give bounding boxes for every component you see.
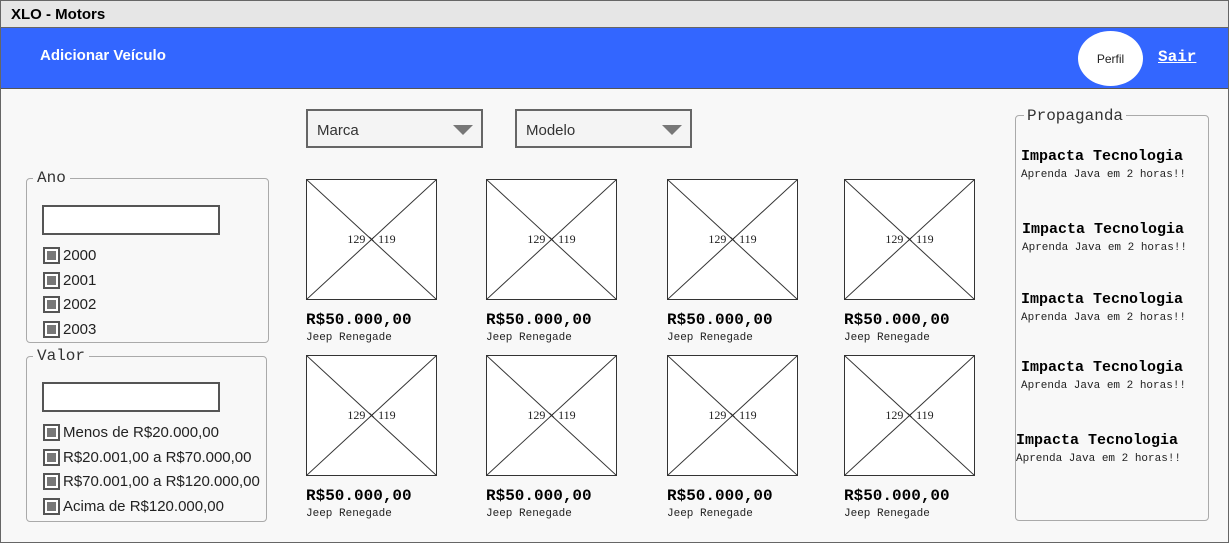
top-navbar: Adicionar Veículo Perfil Sair bbox=[1, 28, 1228, 89]
image-size-label: 129 × 119 bbox=[347, 408, 396, 422]
image-size-label: 129 × 119 bbox=[885, 232, 934, 246]
profile-button[interactable]: Perfil bbox=[1078, 31, 1143, 86]
product-card[interactable]: 129 × 119 R$50.000,00 Jeep Renegade bbox=[306, 179, 441, 344]
image-size-label: 129 × 119 bbox=[527, 232, 576, 246]
checkbox[interactable] bbox=[43, 247, 60, 264]
checkbox[interactable] bbox=[43, 473, 60, 490]
add-vehicle-link[interactable]: Adicionar Veículo bbox=[40, 47, 166, 64]
ad-text: Aprenda Java em 2 horas!! bbox=[1021, 169, 1187, 181]
image-size-label: 129 × 119 bbox=[708, 232, 757, 246]
ad-item[interactable]: Impacta Tecnologia Aprenda Java em 2 hor… bbox=[1022, 221, 1187, 254]
price-input[interactable] bbox=[42, 382, 220, 412]
checkbox[interactable] bbox=[43, 498, 60, 515]
ad-headline: Impacta Tecnologia bbox=[1016, 432, 1179, 449]
logout-link[interactable]: Sair bbox=[1158, 48, 1196, 66]
product-name: Jeep Renegade bbox=[486, 508, 572, 520]
product-image-placeholder[interactable]: 129 × 119 bbox=[486, 355, 617, 476]
product-price: R$50.000,00 bbox=[306, 487, 412, 505]
window-title: XLO - Motors bbox=[11, 6, 106, 23]
product-image-placeholder[interactable]: 129 × 119 bbox=[667, 355, 798, 476]
ad-headline: Impacta Tecnologia bbox=[1021, 359, 1184, 376]
title-bar: XLO - Motors bbox=[1, 1, 1228, 28]
price-option[interactable]: Acima de R$120.000,00 bbox=[43, 498, 224, 515]
ad-text: Aprenda Java em 2 horas!! bbox=[1016, 453, 1182, 465]
product-name: Jeep Renegade bbox=[306, 508, 392, 520]
ad-text: Aprenda Java em 2 horas!! bbox=[1021, 312, 1187, 324]
image-size-label: 129 × 119 bbox=[885, 408, 934, 422]
ad-item[interactable]: Impacta Tecnologia Aprenda Java em 2 hor… bbox=[1021, 291, 1186, 324]
ad-item[interactable]: Impacta Tecnologia Aprenda Java em 2 hor… bbox=[1016, 432, 1181, 465]
product-image-placeholder[interactable]: 129 × 119 bbox=[667, 179, 798, 300]
ad-text: Aprenda Java em 2 horas!! bbox=[1022, 242, 1188, 254]
product-card[interactable]: 129 × 119 R$50.000,00 Jeep Renegade bbox=[844, 179, 979, 344]
product-name: Jeep Renegade bbox=[844, 508, 930, 520]
product-price: R$50.000,00 bbox=[486, 487, 592, 505]
year-filter-group: Ano 2000 2001 2002 2003 bbox=[26, 169, 269, 343]
product-price: R$50.000,00 bbox=[306, 311, 412, 329]
chevron-down-icon bbox=[453, 125, 473, 135]
checkbox[interactable] bbox=[43, 296, 60, 313]
product-name: Jeep Renegade bbox=[844, 332, 930, 344]
ad-text: Aprenda Java em 2 horas!! bbox=[1021, 380, 1187, 392]
ads-panel: Propaganda Impacta Tecnologia Aprenda Ja… bbox=[1015, 107, 1209, 521]
year-option[interactable]: 2000 bbox=[43, 247, 96, 264]
year-option[interactable]: 2002 bbox=[43, 296, 96, 313]
product-card[interactable]: 129 × 119 R$50.000,00 Jeep Renegade bbox=[486, 179, 621, 344]
price-filter-group: Valor Menos de R$20.000,00 R$20.001,00 a… bbox=[26, 347, 267, 522]
product-card[interactable]: 129 × 119 R$50.000,00 Jeep Renegade bbox=[844, 355, 979, 520]
ad-item[interactable]: Impacta Tecnologia Aprenda Java em 2 hor… bbox=[1021, 359, 1186, 392]
ad-headline: Impacta Tecnologia bbox=[1022, 221, 1185, 238]
profile-label: Perfil bbox=[1096, 51, 1125, 66]
product-price: R$50.000,00 bbox=[844, 311, 950, 329]
product-card[interactable]: 129 × 119 R$50.000,00 Jeep Renegade bbox=[667, 179, 802, 344]
price-option[interactable]: Menos de R$20.000,00 bbox=[43, 424, 219, 441]
year-option[interactable]: 2003 bbox=[43, 321, 96, 338]
product-price: R$50.000,00 bbox=[667, 311, 773, 329]
product-image-placeholder[interactable]: 129 × 119 bbox=[306, 355, 437, 476]
product-image-placeholder[interactable]: 129 × 119 bbox=[306, 179, 437, 300]
product-name: Jeep Renegade bbox=[486, 332, 572, 344]
checkbox[interactable] bbox=[43, 449, 60, 466]
image-size-label: 129 × 119 bbox=[347, 232, 396, 246]
product-name: Jeep Renegade bbox=[306, 332, 392, 344]
model-select[interactable]: Modelo bbox=[515, 109, 692, 148]
product-price: R$50.000,00 bbox=[844, 487, 950, 505]
product-card[interactable]: 129 × 119 R$50.000,00 Jeep Renegade bbox=[306, 355, 441, 520]
price-filter-legend: Valor bbox=[37, 347, 86, 365]
image-size-label: 129 × 119 bbox=[527, 408, 576, 422]
product-price: R$50.000,00 bbox=[667, 487, 773, 505]
app-window: XLO - Motors Adicionar Veículo Perfil Sa… bbox=[0, 0, 1229, 543]
product-card[interactable]: 129 × 119 R$50.000,00 Jeep Renegade bbox=[667, 355, 802, 520]
product-image-placeholder[interactable]: 129 × 119 bbox=[844, 179, 975, 300]
checkbox[interactable] bbox=[43, 272, 60, 289]
product-card[interactable]: 129 × 119 R$50.000,00 Jeep Renegade bbox=[486, 355, 621, 520]
product-price: R$50.000,00 bbox=[486, 311, 592, 329]
ad-item[interactable]: Impacta Tecnologia Aprenda Java em 2 hor… bbox=[1021, 148, 1186, 181]
year-input[interactable] bbox=[42, 205, 220, 235]
product-image-placeholder[interactable]: 129 × 119 bbox=[844, 355, 975, 476]
checkbox[interactable] bbox=[43, 321, 60, 338]
brand-select[interactable]: Marca bbox=[306, 109, 483, 148]
product-name: Jeep Renegade bbox=[667, 508, 753, 520]
product-image-placeholder[interactable]: 129 × 119 bbox=[486, 179, 617, 300]
chevron-down-icon bbox=[662, 125, 682, 135]
ad-headline: Impacta Tecnologia bbox=[1021, 291, 1184, 308]
year-filter-legend: Ano bbox=[37, 169, 66, 187]
product-name: Jeep Renegade bbox=[667, 332, 753, 344]
model-select-value: Modelo bbox=[526, 122, 576, 139]
checkbox[interactable] bbox=[43, 424, 60, 441]
price-option[interactable]: R$70.001,00 a R$120.000,00 bbox=[43, 473, 260, 490]
year-option[interactable]: 2001 bbox=[43, 272, 96, 289]
price-option[interactable]: R$20.001,00 a R$70.000,00 bbox=[43, 449, 252, 466]
ads-title: Propaganda bbox=[1024, 107, 1127, 125]
ad-headline: Impacta Tecnologia bbox=[1021, 148, 1184, 165]
image-size-label: 129 × 119 bbox=[708, 408, 757, 422]
brand-select-value: Marca bbox=[317, 122, 359, 139]
